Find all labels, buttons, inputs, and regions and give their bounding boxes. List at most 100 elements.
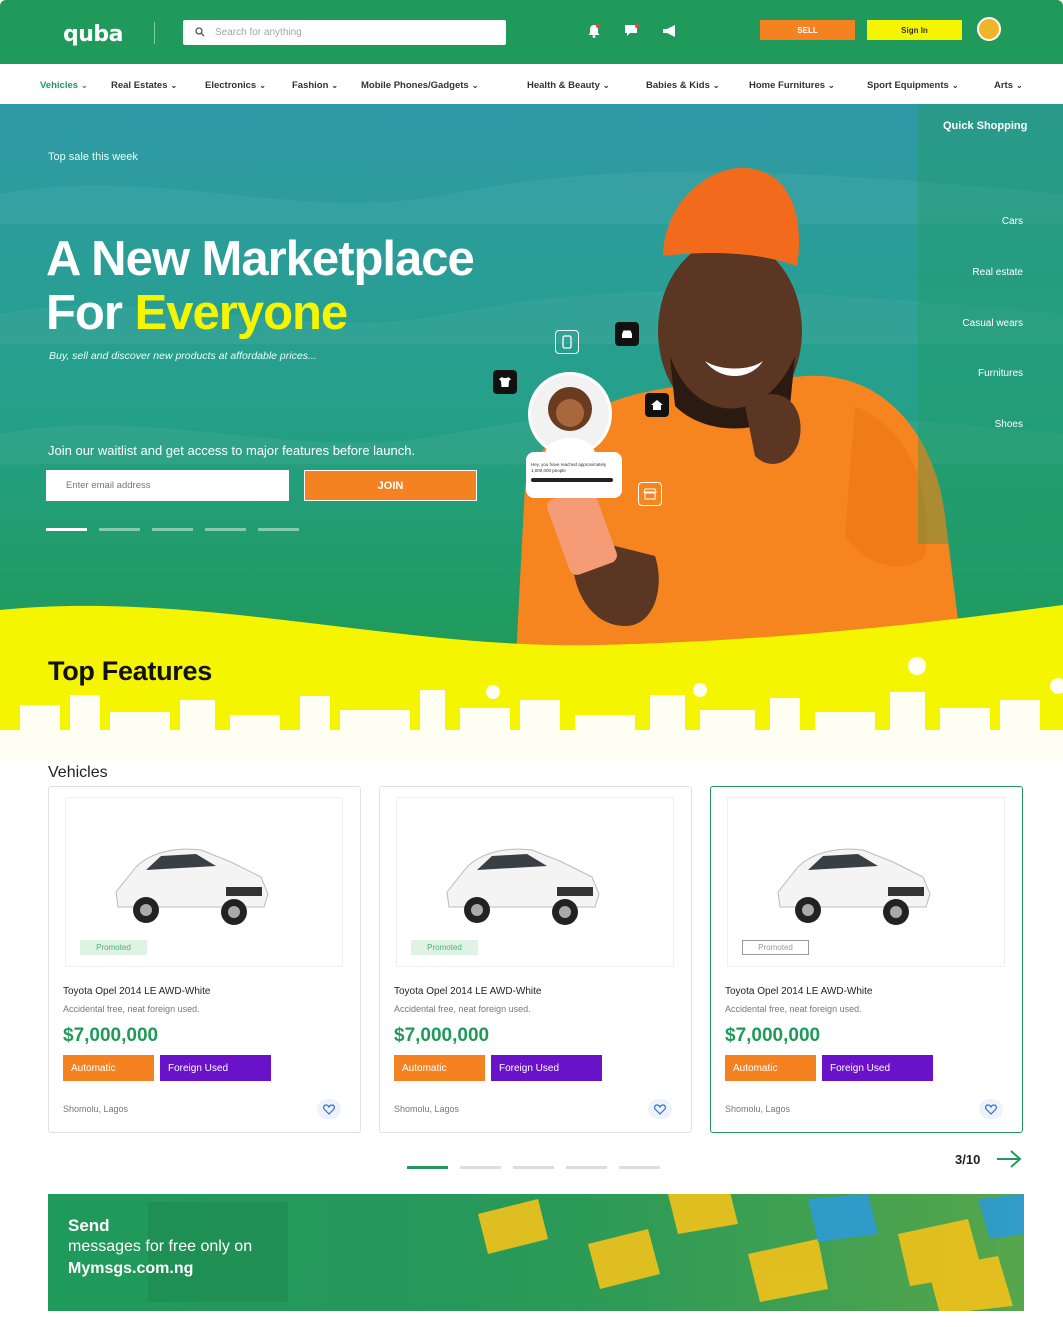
promoted-badge: Promoted bbox=[742, 940, 809, 955]
hero-kicker: Top sale this week bbox=[48, 151, 138, 163]
pager-dot[interactable] bbox=[566, 1166, 607, 1169]
vehicles-section-title: Vehicles bbox=[48, 764, 108, 781]
promo-banner[interactable]: Send messages for free only on Mymsgs.co… bbox=[48, 1194, 1024, 1311]
vehicle-description: Accidental free, neat foreign used. bbox=[63, 1004, 200, 1014]
vehicle-image-box: Promoted bbox=[396, 797, 674, 967]
chevron-down-icon: ⌄ bbox=[471, 81, 479, 90]
chevron-down-icon: ⌄ bbox=[81, 81, 88, 90]
nav-label: Real Estates bbox=[111, 80, 168, 91]
promoted-badge: Promoted bbox=[411, 940, 478, 955]
pager-dot[interactable] bbox=[407, 1166, 448, 1169]
quick-shopping-item-real-estate[interactable]: Real estate bbox=[972, 267, 1023, 278]
transmission-tag: Automatic bbox=[725, 1055, 816, 1081]
join-button[interactable]: JOIN bbox=[304, 470, 477, 501]
quick-shopping-item-cars[interactable]: Cars bbox=[1002, 216, 1023, 227]
page: quba Search for anything SELL Sign In Ve… bbox=[0, 0, 1063, 1327]
vehicle-location: Shomolu, Lagos bbox=[394, 1104, 460, 1114]
heart-icon[interactable] bbox=[317, 1099, 341, 1119]
vehicle-image-box: Promoted bbox=[65, 797, 343, 967]
quick-shopping-item-casual-wears[interactable]: Casual wears bbox=[962, 318, 1023, 329]
chevron-down-icon: ⌄ bbox=[828, 81, 835, 90]
transmission-tag: Automatic bbox=[394, 1055, 485, 1081]
logo[interactable]: quba bbox=[63, 22, 124, 47]
heart-icon[interactable] bbox=[979, 1099, 1003, 1119]
promoted-badge: Promoted bbox=[80, 940, 147, 955]
hero-title: A New Marketplace For Everyone bbox=[46, 232, 475, 340]
vehicle-location: Shomolu, Lagos bbox=[63, 1104, 129, 1114]
quick-shopping-item-furnitures[interactable]: Furnitures bbox=[978, 368, 1023, 379]
nav-item-home-furnitures[interactable]: Home Furnitures ⌄ bbox=[749, 80, 835, 91]
vehicle-price: $7,000,000 bbox=[394, 1025, 490, 1046]
quick-shopping-title: Quick Shopping bbox=[943, 120, 1028, 132]
store-icon bbox=[638, 482, 662, 506]
vehicle-price: $7,000,000 bbox=[63, 1025, 159, 1046]
notification-text: Hey, you have reached approximately 1,00… bbox=[531, 462, 607, 473]
nav-label: Vehicles bbox=[40, 80, 79, 91]
nav-label: Fashion bbox=[292, 80, 329, 91]
sell-button[interactable]: SELL bbox=[760, 20, 855, 40]
hero-title-highlight: Everyone bbox=[134, 286, 349, 340]
vehicle-card[interactable]: Promoted Toyota Opel 2014 LE AWD-White A… bbox=[379, 786, 692, 1133]
vehicle-title[interactable]: Toyota Opel 2014 LE AWD-White bbox=[725, 986, 872, 997]
nav-label: Home Furnitures bbox=[749, 80, 826, 91]
vehicle-card[interactable]: Promoted Toyota Opel 2014 LE AWD-White A… bbox=[48, 786, 361, 1133]
nav-item-vehicles[interactable]: Vehicles ⌄ bbox=[40, 80, 88, 91]
nav-label: Health & Beauty bbox=[527, 80, 600, 91]
search-input[interactable]: Search for anything bbox=[215, 27, 302, 38]
vehicle-location: Shomolu, Lagos bbox=[725, 1104, 791, 1114]
home-icon bbox=[645, 393, 669, 417]
vehicle-card[interactable]: Promoted Toyota Opel 2014 LE AWD-White A… bbox=[710, 786, 1023, 1133]
banner-line2: messages for free only on bbox=[68, 1238, 253, 1255]
banner-link[interactable]: Mymsgs.com.ng bbox=[68, 1260, 193, 1278]
vehicle-price: $7,000,000 bbox=[725, 1025, 821, 1046]
nav-item-mobile-phones[interactable]: Mobile Phones/Gadgets ⌄ bbox=[361, 80, 478, 91]
nav-item-health-beauty[interactable]: Health & Beauty ⌄ bbox=[527, 80, 610, 91]
top-header: quba Search for anything SELL Sign In bbox=[0, 0, 1063, 64]
header-divider bbox=[154, 22, 155, 44]
slider-dot[interactable] bbox=[205, 528, 246, 531]
nav-item-babies-kids[interactable]: Babies & Kids ⌄ bbox=[646, 80, 720, 91]
megaphone-icon[interactable] bbox=[659, 20, 681, 42]
chevron-down-icon: ⌄ bbox=[951, 81, 959, 90]
bell-icon[interactable] bbox=[583, 20, 605, 42]
slider-dot[interactable] bbox=[99, 528, 140, 531]
banner-line1: Send bbox=[68, 1216, 110, 1235]
pager-dot[interactable] bbox=[513, 1166, 554, 1169]
chevron-down-icon: ⌄ bbox=[331, 81, 339, 90]
slider-dot[interactable] bbox=[46, 528, 87, 531]
condition-tag: Foreign Used bbox=[491, 1055, 602, 1081]
sign-in-button[interactable]: Sign In bbox=[867, 20, 962, 40]
nav-item-real-estates[interactable]: Real Estates ⌄ bbox=[111, 80, 177, 91]
vehicle-description: Accidental free, neat foreign used. bbox=[725, 1004, 862, 1014]
search-box[interactable]: Search for anything bbox=[183, 20, 506, 45]
nav-item-electronics[interactable]: Electronics ⌄ bbox=[205, 80, 266, 91]
carousel-pager bbox=[407, 1166, 660, 1169]
vehicle-title[interactable]: Toyota Opel 2014 LE AWD-White bbox=[63, 986, 210, 997]
nav-label: Electronics bbox=[205, 80, 257, 91]
quick-shopping-item-shoes[interactable]: Shoes bbox=[995, 419, 1023, 430]
chevron-down-icon: ⌄ bbox=[1016, 81, 1023, 90]
nav-item-arts[interactable]: Arts ⌄ bbox=[994, 80, 1023, 91]
pager-dot[interactable] bbox=[619, 1166, 660, 1169]
phone-icon bbox=[555, 330, 579, 354]
heart-icon[interactable] bbox=[648, 1099, 672, 1119]
nav-label: Mobile Phones/Gadgets bbox=[361, 80, 469, 91]
pager-dot[interactable] bbox=[460, 1166, 501, 1169]
vehicle-image-box: Promoted bbox=[727, 797, 1005, 967]
nav-label: Babies & Kids bbox=[646, 80, 710, 91]
email-field[interactable] bbox=[46, 470, 289, 501]
slider-dot[interactable] bbox=[258, 528, 299, 531]
nav-item-sport-equipments[interactable]: Sport Equipments ⌄ bbox=[867, 80, 959, 91]
avatar[interactable] bbox=[977, 17, 1001, 41]
top-features-heading: Top Features bbox=[48, 656, 212, 686]
slider-dot[interactable] bbox=[152, 528, 193, 531]
notification-progress bbox=[531, 478, 613, 482]
vehicle-title[interactable]: Toyota Opel 2014 LE AWD-White bbox=[394, 986, 541, 997]
shirt-icon bbox=[493, 370, 517, 394]
condition-tag: Foreign Used bbox=[160, 1055, 271, 1081]
profile-photo bbox=[528, 372, 612, 456]
chat-icon[interactable] bbox=[621, 20, 643, 42]
nav-item-fashion[interactable]: Fashion ⌄ bbox=[292, 80, 338, 91]
arrow-right-icon[interactable] bbox=[995, 1147, 1023, 1176]
car-icon bbox=[615, 322, 639, 346]
